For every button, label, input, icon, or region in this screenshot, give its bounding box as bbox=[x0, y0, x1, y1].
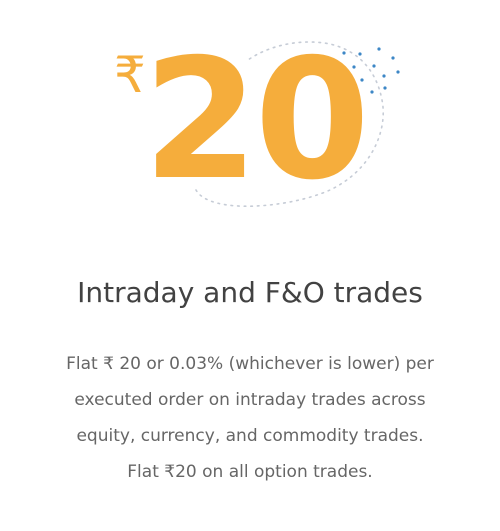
plan-description: Flat ₹ 20 or 0.03% (whichever is lower) … bbox=[40, 346, 460, 490]
description-line: Flat ₹ 20 or 0.03% (whichever is lower) … bbox=[66, 354, 434, 374]
description-line: equity, currency, and commodity trades. bbox=[76, 426, 424, 446]
currency-symbol: ₹ bbox=[114, 46, 146, 104]
description-line: executed order on intraday trades across bbox=[74, 390, 426, 410]
description-line: Flat ₹20 on all option trades. bbox=[127, 462, 373, 482]
price-amount: 20 bbox=[143, 24, 370, 217]
plan-title: Intraday and F&O trades bbox=[77, 276, 423, 309]
pricing-illustration: ₹ 20 bbox=[0, 0, 500, 230]
